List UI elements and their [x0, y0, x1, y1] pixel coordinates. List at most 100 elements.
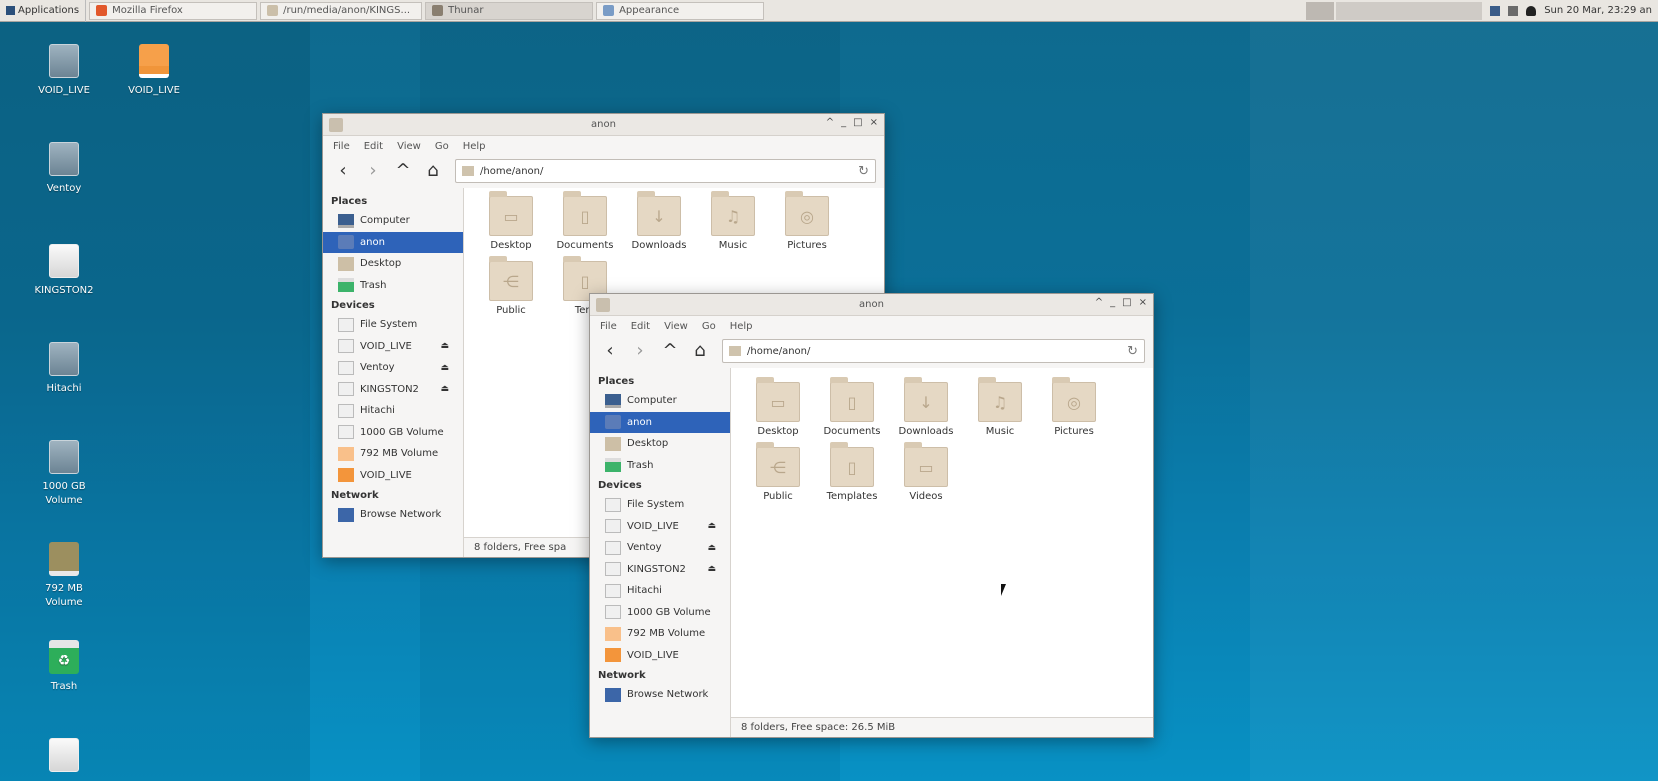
maximize-icon[interactable]: □ [853, 117, 862, 128]
desktop-icon-void-live-2[interactable]: VOID_LIVE [114, 44, 194, 98]
file-view[interactable]: ▭ Desktop ▯ Documents ↓ Downloads ♫ Music ◎ P… [731, 368, 1153, 737]
taskbar-item-firefox[interactable]: Mozilla Firefox [89, 1, 258, 20]
desktop-icon-1000gb-volume[interactable]: 1000 GB Volume [24, 440, 104, 508]
folder-item[interactable]: ▯ Documents [815, 377, 889, 437]
menu-view[interactable]: View [664, 321, 688, 332]
applications-menu-button[interactable]: Applications [0, 0, 87, 22]
taskbar-item-thunar[interactable]: Thunar [425, 1, 594, 20]
folder-item[interactable]: ↓ Downloads [889, 377, 963, 437]
eject-icon[interactable]: ⏏ [440, 341, 449, 351]
workspace-switcher[interactable] [1336, 1, 1483, 20]
menu-view[interactable]: View [397, 141, 421, 152]
notification-icon[interactable] [1526, 5, 1537, 16]
location-bar[interactable]: /home/anon/ ↻ [722, 339, 1145, 363]
up-icon[interactable]: ^ [395, 161, 411, 181]
sidebar-item-computer[interactable]: Computer [323, 210, 463, 232]
folder-item[interactable]: ▯ Documents [548, 191, 622, 251]
folder-item[interactable]: ↓ Downloads [622, 191, 696, 251]
menu-edit[interactable]: Edit [631, 321, 650, 332]
close-icon[interactable]: × [1139, 297, 1147, 308]
folder-item[interactable]: ▯ Templates [815, 442, 889, 502]
folder-item[interactable]: ♫ Music [963, 377, 1037, 437]
back-icon[interactable]: ‹ [602, 341, 618, 361]
sidebar-item-filesystem[interactable]: File System [323, 314, 463, 336]
sidebar-item-1000gb[interactable]: 1000 GB Volume [590, 602, 730, 624]
home-icon[interactable]: ⌂ [692, 341, 708, 361]
folder-item[interactable]: ◎ Pictures [770, 191, 844, 251]
panel-clock[interactable]: Sun 20 Mar, 23:29 an [1544, 5, 1658, 16]
folder-item[interactable]: ♫ Music [696, 191, 770, 251]
folder-item[interactable]: ⋲ Public [741, 442, 815, 502]
network-icon[interactable] [1490, 5, 1501, 16]
sidebar-item-void-live-2[interactable]: VOID_LIVE [323, 465, 463, 487]
sidebar-item-desktop[interactable]: Desktop [590, 433, 730, 455]
workspace-switcher-active[interactable] [1306, 1, 1335, 20]
maximize-icon[interactable]: □ [1122, 297, 1131, 308]
clipboard-icon[interactable] [1508, 5, 1519, 16]
sidebar-item-hitachi[interactable]: Hitachi [323, 400, 463, 422]
location-bar[interactable]: /home/anon/ ↻ [455, 159, 876, 183]
sidebar-item-792mb[interactable]: 792 MB Volume [590, 623, 730, 645]
sidebar-item-home[interactable]: anon [323, 231, 463, 253]
eject-icon[interactable]: ⏏ [440, 363, 449, 373]
sidebar-item-filesystem[interactable]: File System [590, 494, 730, 516]
taskbar-item-appearance[interactable]: Appearance [596, 1, 765, 20]
file-manager-window-front[interactable]: anon ^ _ □ × File Edit View Go Help ‹ › … [589, 293, 1154, 738]
desktop-icon-drive[interactable] [24, 738, 104, 778]
sidebar-item-792mb[interactable]: 792 MB Volume [323, 443, 463, 465]
eject-icon[interactable]: ⏏ [440, 384, 449, 394]
close-icon[interactable]: × [870, 117, 878, 128]
eject-icon[interactable]: ⏏ [707, 543, 716, 553]
eject-icon[interactable]: ⏏ [707, 564, 716, 574]
menu-file[interactable]: File [333, 141, 350, 152]
minimize-icon[interactable]: _ [841, 117, 846, 128]
sidebar-item-kingston2[interactable]: KINGSTON2 ⏏ [323, 379, 463, 401]
desktop-icon-ventoy[interactable]: Ventoy [24, 142, 104, 196]
back-icon[interactable]: ‹ [335, 161, 351, 181]
shade-icon[interactable]: ^ [1095, 297, 1103, 308]
sidebar-item-kingston2[interactable]: KINGSTON2 ⏏ [590, 559, 730, 581]
sidebar-item-browse-network[interactable]: Browse Network [590, 684, 730, 706]
menu-go[interactable]: Go [702, 321, 716, 332]
shade-icon[interactable]: ^ [826, 117, 834, 128]
forward-icon[interactable]: › [632, 341, 648, 361]
folder-item[interactable]: ◎ Pictures [1037, 377, 1111, 437]
up-icon[interactable]: ^ [662, 341, 678, 361]
folder-item[interactable]: ⋲ Public [474, 256, 548, 316]
sidebar-item-home[interactable]: anon [590, 411, 730, 433]
menu-go[interactable]: Go [435, 141, 449, 152]
taskbar-item-file-manager[interactable]: /run/media/anon/KINGS... [260, 1, 423, 20]
desktop-icon-trash[interactable]: ♻ Trash [24, 640, 104, 694]
forward-icon[interactable]: › [365, 161, 381, 181]
sidebar-item-trash[interactable]: Trash [590, 455, 730, 477]
menu-file[interactable]: File [600, 321, 617, 332]
sidebar-item-hitachi[interactable]: Hitachi [590, 580, 730, 602]
folder-item[interactable]: ▭ Videos [889, 442, 963, 502]
desktop-icon-792mb-volume[interactable]: 792 MB Volume [24, 542, 104, 610]
sidebar-item-computer[interactable]: Computer [590, 390, 730, 412]
desktop-icon-void-live[interactable]: VOID_LIVE [24, 44, 104, 98]
reload-icon[interactable]: ↻ [1127, 344, 1138, 359]
desktop-icon-hitachi[interactable]: Hitachi [24, 342, 104, 396]
home-icon[interactable]: ⌂ [425, 161, 441, 181]
folder-item[interactable]: ▭ Desktop [474, 191, 548, 251]
eject-icon[interactable]: ⏏ [707, 521, 716, 531]
sidebar-item-void-live-2[interactable]: VOID_LIVE [590, 645, 730, 667]
sidebar-item-ventoy[interactable]: Ventoy ⏏ [590, 537, 730, 559]
sidebar-item-desktop[interactable]: Desktop [323, 253, 463, 275]
sidebar-item-trash[interactable]: Trash [323, 275, 463, 297]
minimize-icon[interactable]: _ [1110, 297, 1115, 308]
menu-help[interactable]: Help [463, 141, 486, 152]
reload-icon[interactable]: ↻ [858, 164, 869, 179]
window-titlebar[interactable]: anon ^ _ □ × [590, 294, 1153, 316]
sidebar-item-void-live[interactable]: VOID_LIVE ⏏ [323, 336, 463, 358]
desktop-icon-kingston2[interactable]: KINGSTON2 [24, 244, 104, 298]
menu-edit[interactable]: Edit [364, 141, 383, 152]
sidebar-item-1000gb[interactable]: 1000 GB Volume [323, 422, 463, 444]
folder-item[interactable]: ▭ Desktop [741, 377, 815, 437]
sidebar-item-ventoy[interactable]: Ventoy ⏏ [323, 357, 463, 379]
sidebar-item-void-live[interactable]: VOID_LIVE ⏏ [590, 516, 730, 538]
window-titlebar[interactable]: anon ^ _ □ × [323, 114, 884, 136]
menu-help[interactable]: Help [730, 321, 753, 332]
sidebar-item-browse-network[interactable]: Browse Network [323, 504, 463, 526]
